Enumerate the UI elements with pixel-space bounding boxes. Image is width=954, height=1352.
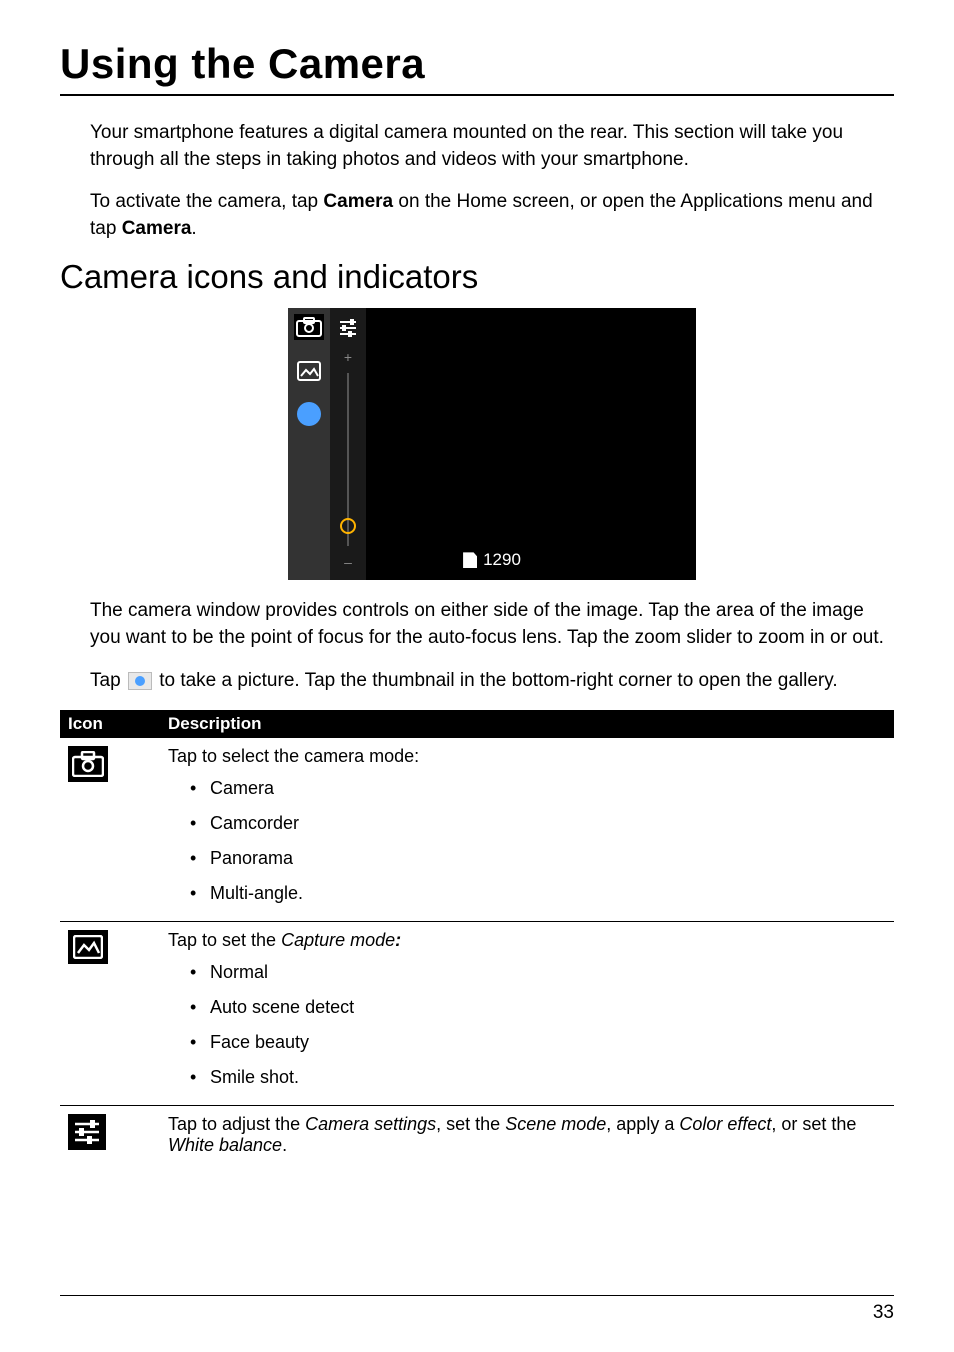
icon-description-table: Icon Description Tap to select the camer… bbox=[60, 710, 894, 1166]
text: . bbox=[282, 1135, 287, 1155]
list-item: Smile shot. bbox=[196, 1060, 886, 1095]
list-item: Multi-angle. bbox=[196, 876, 886, 911]
page-number: 33 bbox=[873, 1302, 894, 1324]
intro-paragraph-2: To activate the camera, tap Camera on th… bbox=[90, 189, 894, 242]
text: To activate the camera, tap bbox=[90, 191, 323, 212]
inline-shutter-icon bbox=[128, 672, 152, 690]
row1-lead: Tap to select the camera mode: bbox=[168, 746, 886, 767]
text-italic: Camera settings bbox=[305, 1114, 436, 1134]
zoom-plus[interactable]: + bbox=[344, 349, 352, 365]
camera-mode-icon[interactable] bbox=[294, 314, 324, 340]
table-row: Tap to set the Capture mode: Normal Auto… bbox=[60, 922, 894, 1106]
after-screenshot-paragraph-1: The camera window provides controls on e… bbox=[90, 598, 894, 651]
footer-divider bbox=[60, 1295, 894, 1296]
table-header-description: Description bbox=[160, 710, 894, 738]
zoom-slider-thumb[interactable] bbox=[340, 518, 356, 534]
zoom-column: + – bbox=[330, 308, 366, 580]
page-title: Using the Camera bbox=[60, 40, 894, 88]
text: Tap to set the bbox=[168, 930, 281, 950]
text-colon: : bbox=[395, 930, 401, 950]
capture-mode-icon bbox=[68, 930, 108, 964]
shutter-button[interactable] bbox=[297, 402, 321, 426]
sd-card-icon bbox=[463, 552, 477, 568]
text: , or set the bbox=[771, 1114, 856, 1134]
shots-remaining: 1290 bbox=[288, 550, 696, 570]
list-item: Normal bbox=[196, 955, 886, 990]
intro-paragraph-1: Your smartphone features a digital camer… bbox=[90, 120, 894, 173]
text: , set the bbox=[436, 1114, 505, 1134]
list-item: Auto scene detect bbox=[196, 990, 886, 1025]
text-italic: Capture mode bbox=[281, 930, 395, 950]
row2-lead: Tap to set the Capture mode: bbox=[168, 930, 886, 951]
camera-mode-icon bbox=[68, 746, 108, 782]
title-divider bbox=[60, 94, 894, 96]
text-italic: Scene mode bbox=[505, 1114, 606, 1134]
text: . bbox=[191, 218, 196, 239]
text-italic: White balance bbox=[168, 1135, 282, 1155]
bold-camera-1: Camera bbox=[323, 191, 393, 212]
section-heading: Camera icons and indicators bbox=[60, 258, 894, 296]
list-item: Camcorder bbox=[196, 806, 886, 841]
text: , apply a bbox=[606, 1114, 679, 1134]
settings-sliders-icon[interactable] bbox=[337, 318, 359, 343]
table-row: Tap to select the camera mode: Camera Ca… bbox=[60, 738, 894, 922]
text-italic: Color effect bbox=[679, 1114, 771, 1134]
zoom-slider[interactable] bbox=[347, 373, 349, 546]
after-screenshot-paragraph-2: Tap to take a picture. Tap the thumbnail… bbox=[90, 668, 894, 695]
table-header-icon: Icon bbox=[60, 710, 160, 738]
list-item: Panorama bbox=[196, 841, 886, 876]
text: Tap to adjust the bbox=[168, 1114, 305, 1134]
shots-count: 1290 bbox=[483, 550, 521, 570]
table-row: Tap to adjust the Camera settings, set t… bbox=[60, 1106, 894, 1167]
settings-sliders-icon bbox=[68, 1114, 106, 1150]
text: to take a picture. Tap the thumbnail in … bbox=[154, 670, 838, 691]
camera-screenshot: + – 1290 bbox=[288, 308, 696, 580]
capture-mode-icon[interactable] bbox=[294, 358, 324, 384]
camera-sidebar bbox=[288, 308, 330, 580]
list-item: Camera bbox=[196, 771, 886, 806]
bold-camera-2: Camera bbox=[122, 218, 192, 239]
row3-text: Tap to adjust the Camera settings, set t… bbox=[168, 1114, 886, 1156]
list-item: Face beauty bbox=[196, 1025, 886, 1060]
text: Tap bbox=[90, 670, 126, 691]
